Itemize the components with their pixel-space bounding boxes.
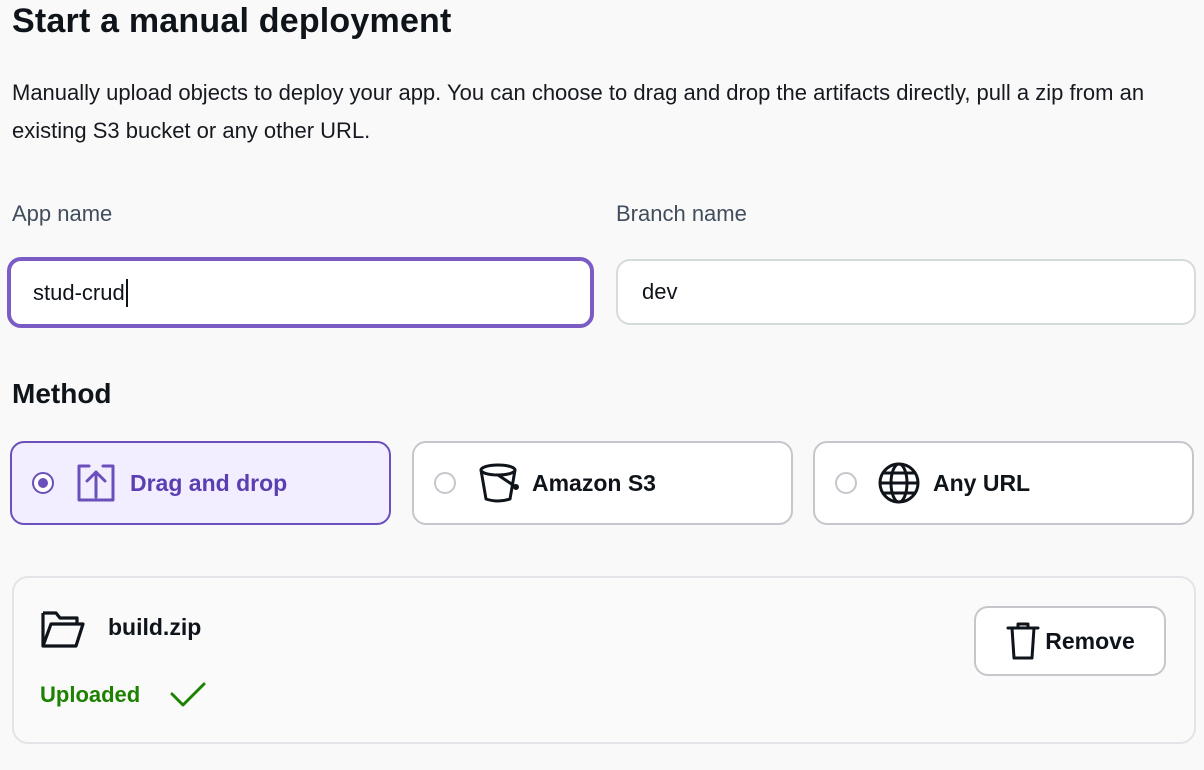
page-description: Manually upload objects to deploy your a…: [12, 80, 1145, 143]
radio-drag-and-drop[interactable]: [32, 472, 54, 494]
method-label: Any URL: [933, 469, 1031, 496]
branch-name-input[interactable]: dev: [616, 259, 1196, 325]
upload-icon: [74, 461, 118, 505]
trash-icon: [1006, 622, 1040, 660]
method-option-any-url[interactable]: Any URL: [813, 441, 1194, 525]
page-title: Start a manual deployment: [12, 2, 452, 40]
method-heading: Method: [12, 378, 112, 409]
file-name: build.zip: [108, 614, 202, 640]
remove-button[interactable]: Remove: [974, 606, 1166, 676]
method-option-drag-and-drop[interactable]: Drag and drop: [10, 441, 391, 525]
app-name-label: App name: [12, 201, 113, 226]
branch-name-value: dev: [642, 279, 678, 304]
app-name-value: stud-crud: [33, 279, 125, 305]
text-caret: [125, 278, 128, 307]
radio-amazon-s3[interactable]: [434, 472, 456, 494]
globe-icon: [877, 461, 921, 505]
branch-name-label: Branch name: [616, 201, 747, 226]
app-name-input[interactable]: stud-crud: [7, 257, 594, 328]
checkmark-icon: [170, 682, 206, 707]
bucket-icon: [476, 461, 520, 505]
remove-button-label: Remove: [1045, 627, 1135, 654]
method-label: Drag and drop: [130, 469, 288, 496]
radio-any-url[interactable]: [835, 472, 857, 494]
upload-status: Uploaded: [40, 680, 208, 710]
method-label: Amazon S3: [532, 469, 656, 496]
upload-status-text: Uploaded: [40, 682, 141, 707]
uploaded-file-panel: build.zip Uploaded Remove: [12, 576, 1196, 744]
method-option-amazon-s3[interactable]: Amazon S3: [412, 441, 793, 525]
folder-icon: [40, 608, 86, 650]
